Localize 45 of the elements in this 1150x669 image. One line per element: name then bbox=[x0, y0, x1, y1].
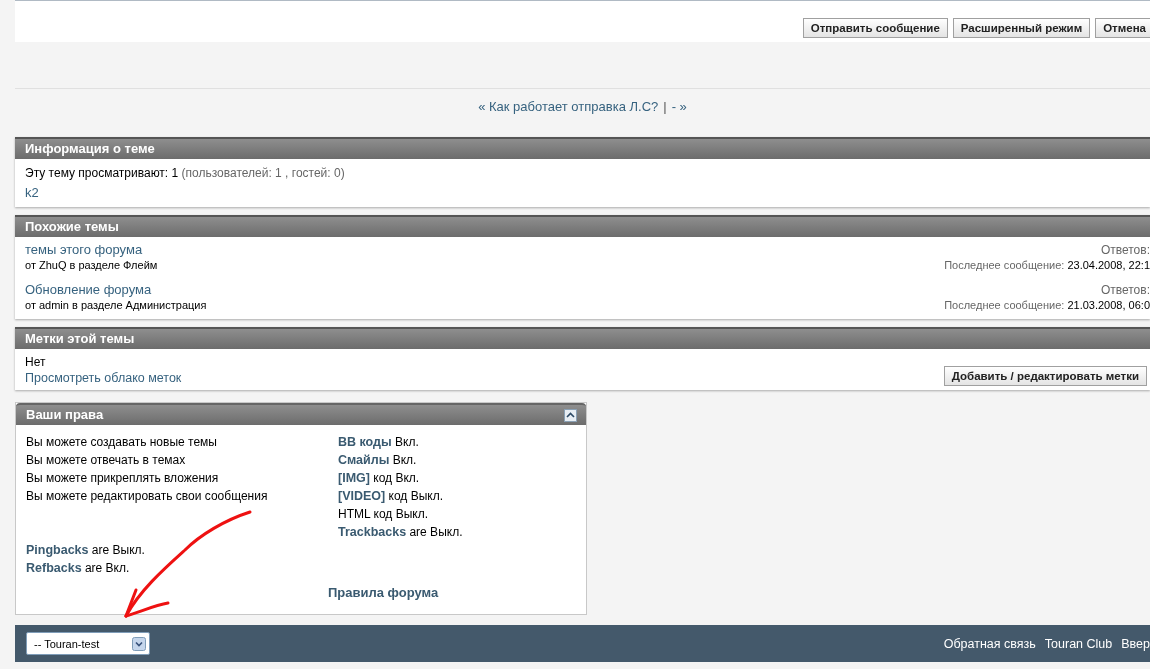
permission-line: Trackbacks are Выкл. bbox=[338, 524, 464, 541]
user-link[interactable]: k2 bbox=[25, 185, 39, 200]
footer-link[interactable]: Обратная связь bbox=[943, 636, 1036, 651]
form-button[interactable]: Расширенный режим bbox=[952, 18, 1091, 38]
replies-label: Ответов: bbox=[1100, 282, 1150, 298]
form-button[interactable]: Отправить сообщение bbox=[802, 18, 948, 38]
edit-tags-button[interactable]: Добавить / редактировать метки bbox=[943, 366, 1147, 386]
previous-thread-link[interactable]: « Как работает отправка Л.С? bbox=[478, 99, 659, 114]
permission-line: Смайлы Вкл. bbox=[338, 452, 418, 469]
permission-line: Refbacks are Вкл. bbox=[26, 560, 131, 577]
dropdown-icon bbox=[132, 636, 146, 651]
panel-header: Информация о теме bbox=[15, 137, 1150, 159]
footer-link[interactable]: Ввер bbox=[1121, 636, 1150, 651]
viewers-detail: (пользователей: 1 , гостей: 0) bbox=[181, 166, 345, 180]
thread-meta: от admin в разделе Администрация bbox=[25, 298, 207, 313]
footer-link[interactable]: Touran Club bbox=[1044, 636, 1113, 651]
panel-title: Ваши права bbox=[26, 406, 104, 424]
panel-header: Похожие темы bbox=[15, 215, 1150, 237]
replies-label: Ответов: bbox=[1100, 242, 1150, 258]
thread-meta: от ZhuQ в разделе Флейм bbox=[25, 258, 158, 273]
style-select[interactable]: -- Touran-test bbox=[26, 632, 150, 655]
next-thread-link[interactable]: - » bbox=[671, 99, 687, 114]
collapse-icon[interactable] bbox=[564, 408, 577, 422]
permission-line: HTML код Выкл. bbox=[338, 506, 430, 523]
permission-line: BB коды Вкл. bbox=[338, 434, 420, 451]
permission-line: Вы можете прикреплять вложения bbox=[26, 470, 220, 487]
tag-cloud-link[interactable]: Просмотреть облако меток bbox=[25, 370, 182, 386]
permission-line: Вы можете отвечать в темах bbox=[26, 452, 187, 469]
viewers-count: Эту тему просматривают: 1 bbox=[25, 166, 179, 180]
last-post-date: 21.03.2008, 06:0 bbox=[1067, 299, 1150, 311]
thread-link[interactable]: Обновление форума bbox=[25, 282, 207, 298]
permission-line: [IMG] код Вкл. bbox=[338, 470, 421, 487]
last-post-label: Последнее сообщение: bbox=[944, 259, 1065, 271]
permission-line: [VIDEO] код Выкл. bbox=[338, 488, 445, 505]
last-post-label: Последнее сообщение: bbox=[944, 299, 1065, 311]
permission-line: Вы можете создавать новые темы bbox=[26, 434, 218, 451]
tags-value: Нет bbox=[25, 355, 47, 370]
forum-rules-link[interactable]: Правила форума bbox=[328, 585, 439, 600]
thread-link[interactable]: темы этого форума bbox=[25, 242, 158, 258]
form-button[interactable]: Отмена bbox=[1095, 18, 1150, 38]
permission-line: Вы можете редактировать свои сообщения bbox=[26, 488, 269, 505]
last-post-date: 23.04.2008, 22:1 bbox=[1067, 259, 1150, 271]
nav-separator: | bbox=[663, 99, 667, 114]
panel-header: Метки этой темы bbox=[15, 327, 1150, 349]
permission-line: Pingbacks are Выкл. bbox=[26, 542, 146, 559]
